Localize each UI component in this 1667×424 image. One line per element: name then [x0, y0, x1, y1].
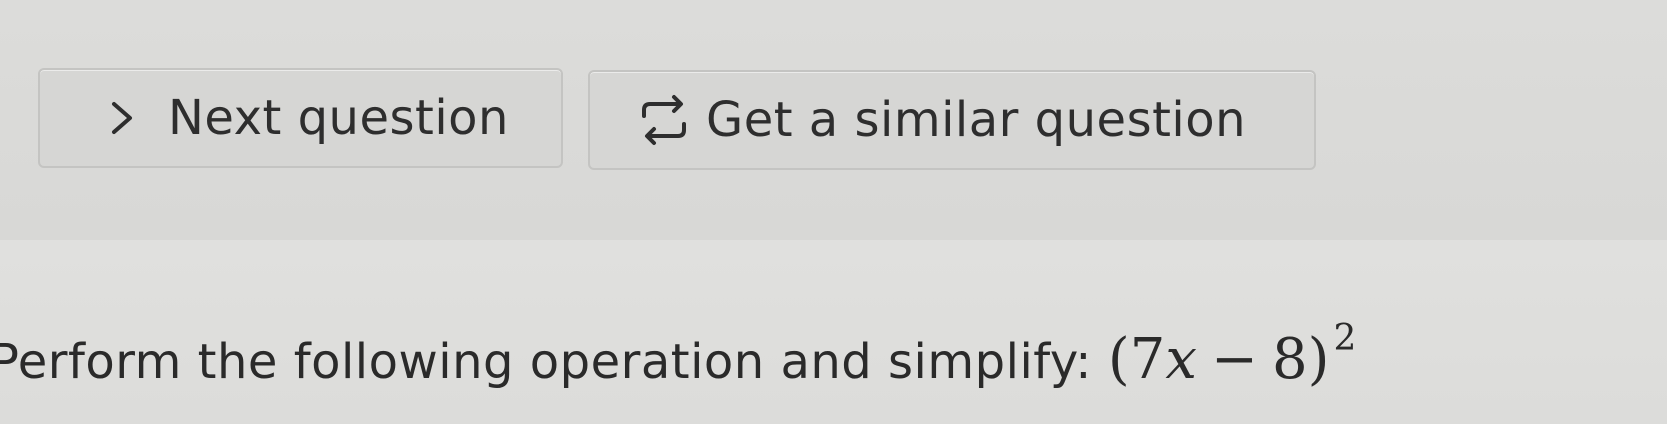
get-similar-question-label: Get a similar question — [706, 92, 1247, 148]
operator: − — [1211, 327, 1258, 392]
next-question-button[interactable]: Next question — [38, 68, 563, 168]
variable: x — [1165, 327, 1198, 392]
repeat-arrows-icon — [636, 90, 692, 150]
exponent: 2 — [1333, 318, 1357, 359]
next-question-label: Next question — [168, 90, 509, 146]
question-prompt: Perform the following operation and simp… — [0, 318, 1356, 392]
open-paren: ( — [1107, 327, 1130, 392]
math-expression: (7x −8) 2 — [1108, 318, 1356, 392]
coefficient: 7 — [1129, 327, 1166, 392]
close-paren: ) — [1307, 327, 1330, 392]
question-text: Perform the following operation and simp… — [0, 334, 1092, 390]
constant: 8 — [1271, 327, 1308, 392]
chevron-right-icon — [102, 98, 142, 138]
get-similar-question-button[interactable]: Get a similar question — [588, 70, 1316, 170]
